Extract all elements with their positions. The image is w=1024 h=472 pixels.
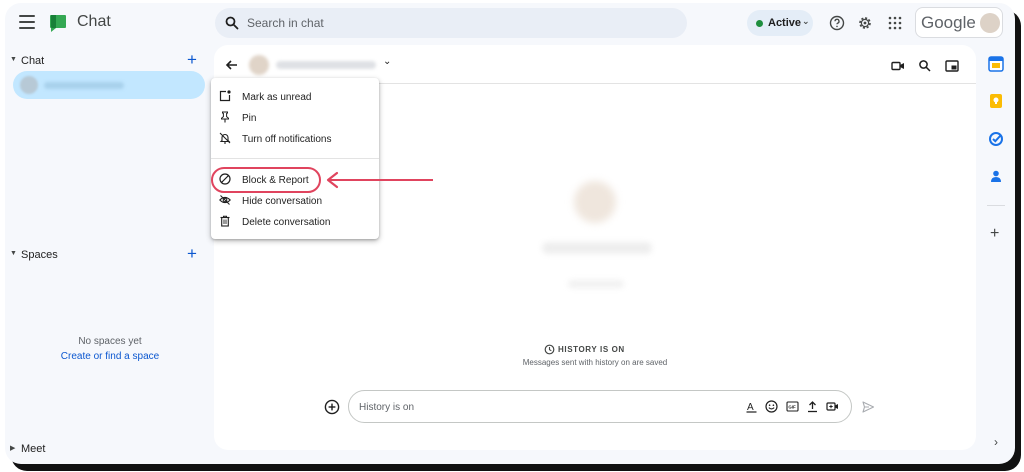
meet-section-header[interactable]: ▶ Meet <box>5 441 210 461</box>
help-icon[interactable] <box>829 15 845 31</box>
get-addons-plus-icon[interactable]: + <box>990 225 999 243</box>
redacted-profile-detail <box>568 280 624 288</box>
conversation-context-menu: Mark as unread Pin Turn off notification… <box>211 78 379 239</box>
caret-down-icon: ▼ <box>10 250 17 257</box>
spaces-section-label: Spaces <box>21 249 58 261</box>
annotation-highlight <box>211 167 321 193</box>
menu-item-delete-conversation[interactable]: Delete conversation <box>211 212 379 232</box>
video-meeting-icon[interactable] <box>826 400 839 413</box>
status-dot <box>756 20 763 27</box>
avatar <box>20 76 38 94</box>
search-bar[interactable] <box>215 8 687 38</box>
video-call-icon[interactable] <box>891 59 905 73</box>
svg-text:GIF: GIF <box>788 405 796 410</box>
menu-item-mark-unread[interactable]: Mark as unread <box>211 87 379 107</box>
search-icon[interactable] <box>918 59 932 73</box>
menu-item-pin[interactable]: Pin <box>211 108 379 128</box>
app-window: Chat Active ⌄ <box>5 3 1015 464</box>
open-in-popup-icon[interactable] <box>945 59 959 73</box>
tasks-icon[interactable] <box>988 131 1004 147</box>
annotation-arrow-icon <box>326 171 433 189</box>
apps-grid-icon[interactable] <box>887 15 903 31</box>
keep-notes-icon[interactable] <box>988 93 1004 109</box>
new-chat-plus-icon[interactable]: + <box>187 50 197 70</box>
redacted-conversation-title <box>276 61 376 69</box>
chevron-down-icon[interactable]: ⌄ <box>383 56 391 67</box>
sidebar-item-direct-message[interactable] <box>13 71 205 99</box>
rail-divider <box>987 205 1005 206</box>
new-space-plus-icon[interactable]: + <box>187 244 197 264</box>
chevron-down-icon: ⌄ <box>802 16 810 26</box>
pin-icon <box>221 111 229 123</box>
menu-divider <box>211 158 379 159</box>
history-status: HISTORY IS ON <box>214 343 976 359</box>
chat-logo-icon <box>50 15 66 32</box>
mark-unread-icon <box>219 90 231 102</box>
google-logo: Google <box>921 13 976 32</box>
menu-item-turn-off-notifications[interactable]: Turn off notifications <box>211 129 379 149</box>
top-bar: Chat Active ⌄ <box>5 3 1015 43</box>
menu-item-label: Pin <box>242 113 257 124</box>
chat-section-header[interactable]: ▼ Chat + <box>5 50 210 73</box>
account-avatar[interactable] <box>980 13 1000 33</box>
spaces-section-header[interactable]: ▼ Spaces + <box>5 244 210 267</box>
create-space-link[interactable]: Create or find a space <box>5 351 215 362</box>
message-input[interactable] <box>359 399 729 415</box>
conversation-avatar <box>249 55 269 75</box>
main-menu-icon[interactable] <box>19 15 35 29</box>
chat-section-label: Chat <box>21 55 45 67</box>
history-on-label: HISTORY IS ON <box>558 345 625 354</box>
no-spaces-text: No spaces yet <box>78 336 142 347</box>
back-arrow-icon[interactable] <box>224 57 240 73</box>
google-account-area[interactable]: Google <box>915 7 1003 38</box>
menu-item-hide-conversation[interactable]: Hide conversation <box>211 191 379 211</box>
redacted-contact-name <box>44 82 124 89</box>
status-label: Active <box>768 17 802 29</box>
hide-icon <box>219 195 231 205</box>
redacted-profile-name <box>542 242 652 254</box>
empty-spaces-state: No spaces yet Create or find a space <box>5 336 215 362</box>
caret-right-icon: ▶ <box>10 445 16 452</box>
app-title: Chat <box>77 13 111 30</box>
text-format-icon[interactable]: A <box>745 400 758 413</box>
upload-icon[interactable] <box>806 400 819 413</box>
caret-down-icon: ▼ <box>10 56 17 63</box>
history-description: Messages sent with history on are saved <box>522 358 668 367</box>
search-icon <box>225 16 239 30</box>
settings-gear-icon[interactable] <box>857 15 873 31</box>
history-clock-icon <box>544 344 555 355</box>
search-input[interactable] <box>247 13 667 33</box>
contacts-icon[interactable] <box>988 168 1004 184</box>
menu-item-label: Mark as unread <box>242 92 312 103</box>
meet-section-label: Meet <box>21 443 46 455</box>
profile-avatar <box>574 181 616 223</box>
gif-icon[interactable]: GIF <box>786 400 799 413</box>
expand-panel-chevron-icon[interactable]: › <box>994 435 998 449</box>
trash-icon <box>220 215 230 227</box>
calendar-icon[interactable] <box>988 56 1004 72</box>
menu-item-label: Delete conversation <box>242 217 331 228</box>
add-plus-circle-icon[interactable] <box>324 399 340 415</box>
notifications-off-icon <box>219 132 231 144</box>
menu-item-label: Hide conversation <box>242 196 323 207</box>
status-selector[interactable]: Active ⌄ <box>747 10 813 36</box>
menu-item-label: Turn off notifications <box>242 134 332 145</box>
emoji-icon[interactable] <box>765 400 778 413</box>
message-composer[interactable]: A GIF <box>348 390 852 423</box>
send-icon[interactable] <box>861 400 875 414</box>
svg-text:A: A <box>747 402 754 413</box>
